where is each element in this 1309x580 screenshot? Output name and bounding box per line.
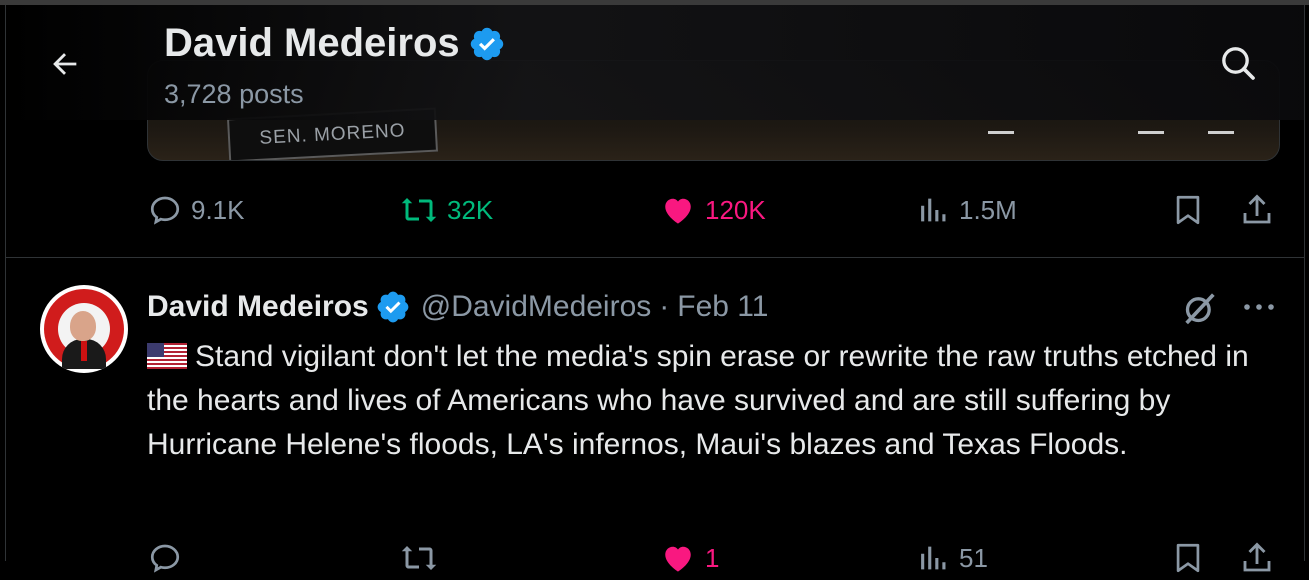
view-count: 51 (959, 542, 988, 573)
view-count: 1.5M (959, 194, 1017, 225)
like-button[interactable]: 120K (659, 188, 766, 232)
tweet-header: David Medeiros @DavidMedeiros · Feb 11 (147, 287, 768, 327)
heart-icon (665, 546, 691, 572)
more-icon[interactable] (1242, 300, 1276, 314)
header-separator: · (659, 290, 670, 323)
bookmark-icon (1176, 195, 1200, 225)
views-button[interactable]: 1.5M (917, 188, 1017, 232)
tweet-date[interactable]: Feb 11 (677, 290, 768, 324)
avatar[interactable] (40, 285, 128, 373)
tweet-body: Stand vigilant don't let the media's spi… (147, 340, 1249, 461)
bookmark-button[interactable] (1171, 536, 1205, 580)
share-button[interactable] (1239, 188, 1275, 232)
profile-name-row: David Medeiros (164, 21, 506, 66)
tweet-action-bar: 1 51 (147, 536, 1277, 580)
tweet-author-handle[interactable]: @DavidMedeiros (421, 290, 652, 324)
repost-icon (401, 546, 437, 570)
bookmark-button[interactable] (1171, 188, 1205, 232)
share-button[interactable] (1239, 536, 1275, 580)
grok-icon[interactable] (1180, 288, 1220, 328)
verified-icon[interactable] (468, 25, 506, 63)
profile-header: David Medeiros 3,728 posts (6, 5, 1304, 120)
reply-icon (150, 544, 180, 573)
share-icon (1243, 194, 1271, 224)
post-count: 3,728 posts (164, 79, 304, 109)
avatar-face (70, 311, 96, 341)
us-flag-icon (147, 343, 187, 369)
repost-button[interactable]: 32K (399, 188, 493, 232)
like-button[interactable]: 1 (659, 536, 719, 580)
tweet-action-bar: 9.1K 32K 120K 1.5M (147, 188, 1277, 232)
back-arrow-icon[interactable] (48, 47, 82, 81)
search-icon[interactable] (1218, 43, 1258, 83)
like-count: 120K (705, 194, 766, 225)
tweet-text: Stand vigilant don't let the media's spi… (147, 335, 1282, 467)
tweet-divider (6, 257, 1304, 258)
repost-icon (401, 198, 437, 222)
verified-icon[interactable] (375, 289, 411, 325)
tweet-author-name[interactable]: David Medeiros (147, 290, 369, 324)
reply-button[interactable] (147, 536, 183, 580)
like-count: 1 (705, 542, 720, 573)
share-icon (1243, 542, 1271, 572)
avatar-tie (81, 341, 87, 361)
profile-name: David Medeiros (164, 21, 460, 65)
reply-count: 9.1K (191, 194, 245, 225)
column-right-border (1304, 5, 1305, 561)
repost-button[interactable] (399, 536, 439, 580)
reply-button[interactable]: 9.1K (147, 188, 245, 232)
views-button[interactable]: 51 (917, 536, 988, 580)
repost-count: 32K (447, 194, 494, 225)
bookmark-icon (1176, 543, 1200, 573)
views-icon (921, 198, 946, 222)
views-icon (921, 546, 946, 570)
reply-icon (150, 196, 180, 225)
heart-icon (665, 198, 691, 224)
